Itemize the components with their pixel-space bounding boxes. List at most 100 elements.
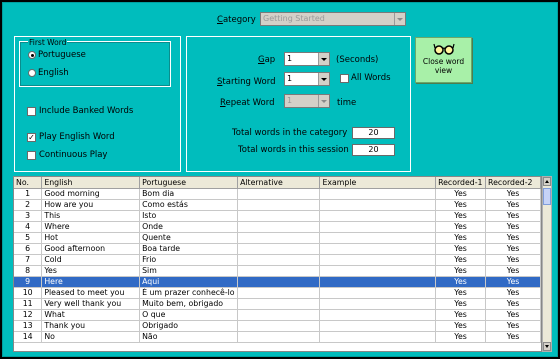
col-english[interactable]: English	[41, 177, 141, 189]
table-cell[interactable]	[319, 199, 437, 211]
table-cell[interactable]: Yes	[485, 265, 541, 277]
table-cell[interactable]: Yes	[485, 287, 541, 299]
table-row[interactable]: 6 Good afternoon Boa tarde Yes Yes	[14, 243, 541, 255]
radio-portuguese[interactable]	[28, 51, 36, 59]
table-cell[interactable]: O que	[139, 309, 239, 321]
col-recorded-1[interactable]: Recorded-1	[435, 177, 487, 189]
scroll-thumb[interactable]	[543, 188, 551, 205]
chevron-down-icon[interactable]	[318, 53, 329, 65]
starting-word-select[interactable]: 1	[284, 72, 330, 86]
table-row[interactable]: 10 Pleased to meet you É um prazer conhecê…	[14, 287, 541, 299]
chevron-down-icon[interactable]	[394, 13, 405, 25]
table-cell[interactable]: Yes	[485, 298, 541, 310]
table-cell[interactable]	[237, 309, 321, 321]
table-cell[interactable]	[319, 287, 437, 299]
table-row[interactable]: 4 Where Onde Yes Yes	[14, 221, 541, 233]
table-cell[interactable]	[319, 254, 437, 266]
table-cell[interactable]	[237, 276, 321, 288]
table-cell[interactable]: Yes	[435, 331, 487, 343]
table-cell[interactable]: Where	[41, 221, 141, 233]
table-cell[interactable]: 11	[14, 298, 43, 310]
table-cell[interactable]: No	[41, 331, 141, 343]
col-recorded-2[interactable]: Recorded-2	[485, 177, 541, 189]
table-cell[interactable]: 1	[14, 188, 43, 200]
table-cell[interactable]: Good morning	[41, 188, 141, 200]
table-cell[interactable]: This	[41, 210, 141, 222]
total-session-field[interactable]: 20	[352, 144, 395, 156]
table-row[interactable]: 2 How are you Como estás Yes Yes	[14, 199, 541, 211]
table-cell[interactable]: Yes	[485, 221, 541, 233]
table-cell[interactable]	[319, 276, 437, 288]
col-example[interactable]: Example	[319, 177, 437, 189]
table-cell[interactable]	[319, 265, 437, 277]
table-cell[interactable]: Yes	[485, 254, 541, 266]
table-cell[interactable]: Yes	[435, 243, 487, 255]
play-english-checkbox[interactable]: ✓	[27, 133, 36, 142]
table-cell[interactable]: Yes	[435, 232, 487, 244]
table-cell[interactable]: Yes	[41, 265, 141, 277]
table-cell[interactable]: Yes	[435, 309, 487, 321]
col-alternative[interactable]: Alternative	[237, 177, 321, 189]
table-cell[interactable]	[237, 243, 321, 255]
table-row[interactable]: 14 No Não Yes Yes	[14, 331, 541, 343]
table-cell[interactable]: 7	[14, 254, 43, 266]
table-cell[interactable]: Como estás	[139, 199, 239, 211]
table-cell[interactable]: 6	[14, 243, 43, 255]
table-cell[interactable]: Boa tarde	[139, 243, 239, 255]
table-cell[interactable]	[237, 287, 321, 299]
table-cell[interactable]: Yes	[435, 265, 487, 277]
table-cell[interactable]: 10	[14, 287, 43, 299]
table-cell[interactable]	[237, 254, 321, 266]
table-cell[interactable]: 14	[14, 331, 43, 343]
table-cell[interactable]: Muito bem, obrigado	[139, 298, 239, 310]
scroll-up-icon[interactable]	[543, 177, 551, 186]
table-cell[interactable]: Yes	[485, 309, 541, 321]
table-row[interactable]: 3 This Isto Yes Yes	[14, 210, 541, 222]
table-cell[interactable]	[237, 188, 321, 200]
table-cell[interactable]	[237, 298, 321, 310]
table-cell[interactable]: Good afternoon	[41, 243, 141, 255]
table-cell[interactable]: Pleased to meet you	[41, 287, 141, 299]
table-row[interactable]: 12 What O que Yes Yes	[14, 309, 541, 321]
table-row[interactable]: 8 Yes Sim Yes Yes	[14, 265, 541, 277]
table-cell[interactable]: Here	[41, 276, 141, 288]
table-row[interactable]: 7 Cold Frio Yes Yes	[14, 254, 541, 266]
chevron-down-icon[interactable]	[318, 95, 329, 107]
table-cell[interactable]: Isto	[139, 210, 239, 222]
table-cell[interactable]	[319, 320, 437, 332]
table-cell[interactable]: Yes	[485, 210, 541, 222]
table-cell[interactable]: 9	[14, 276, 43, 288]
total-category-field[interactable]: 20	[352, 127, 395, 139]
table-cell[interactable]: 4	[14, 221, 43, 233]
table-cell[interactable]: Cold	[41, 254, 141, 266]
table-cell[interactable]	[319, 243, 437, 255]
table-cell[interactable]: 13	[14, 320, 43, 332]
table-scrollbar[interactable]	[542, 176, 552, 352]
table-cell[interactable]: Frio	[139, 254, 239, 266]
table-cell[interactable]: Yes	[435, 276, 487, 288]
table-cell[interactable]: É um prazer conhecê-lo	[139, 287, 239, 299]
table-cell[interactable]	[237, 221, 321, 233]
table-cell[interactable]	[237, 232, 321, 244]
table-cell[interactable]: Hot	[41, 232, 141, 244]
table-cell[interactable]	[237, 210, 321, 222]
table-cell[interactable]: Onde	[139, 221, 239, 233]
table-cell[interactable]	[237, 265, 321, 277]
table-cell[interactable]: Yes	[485, 232, 541, 244]
continuous-play-checkbox[interactable]	[27, 151, 36, 160]
table-cell[interactable]: What	[41, 309, 141, 321]
col-no[interactable]: No.	[14, 177, 43, 189]
table-cell[interactable]: Yes	[485, 199, 541, 211]
table-cell[interactable]: Yes	[485, 320, 541, 332]
table-cell[interactable]	[237, 199, 321, 211]
table-cell[interactable]: 5	[14, 232, 43, 244]
table-cell[interactable]: How are you	[41, 199, 141, 211]
table-row[interactable]: 9 Here Aqui Yes Yes	[14, 276, 541, 288]
scroll-down-icon[interactable]	[543, 342, 551, 351]
close-word-view-button[interactable]: Close word view	[415, 37, 472, 83]
table-cell[interactable]: Yes	[435, 188, 487, 200]
table-cell[interactable]: Very well thank you	[41, 298, 141, 310]
table-cell[interactable]: Yes	[435, 287, 487, 299]
table-cell[interactable]	[319, 331, 437, 343]
table-cell[interactable]: Yes	[435, 199, 487, 211]
